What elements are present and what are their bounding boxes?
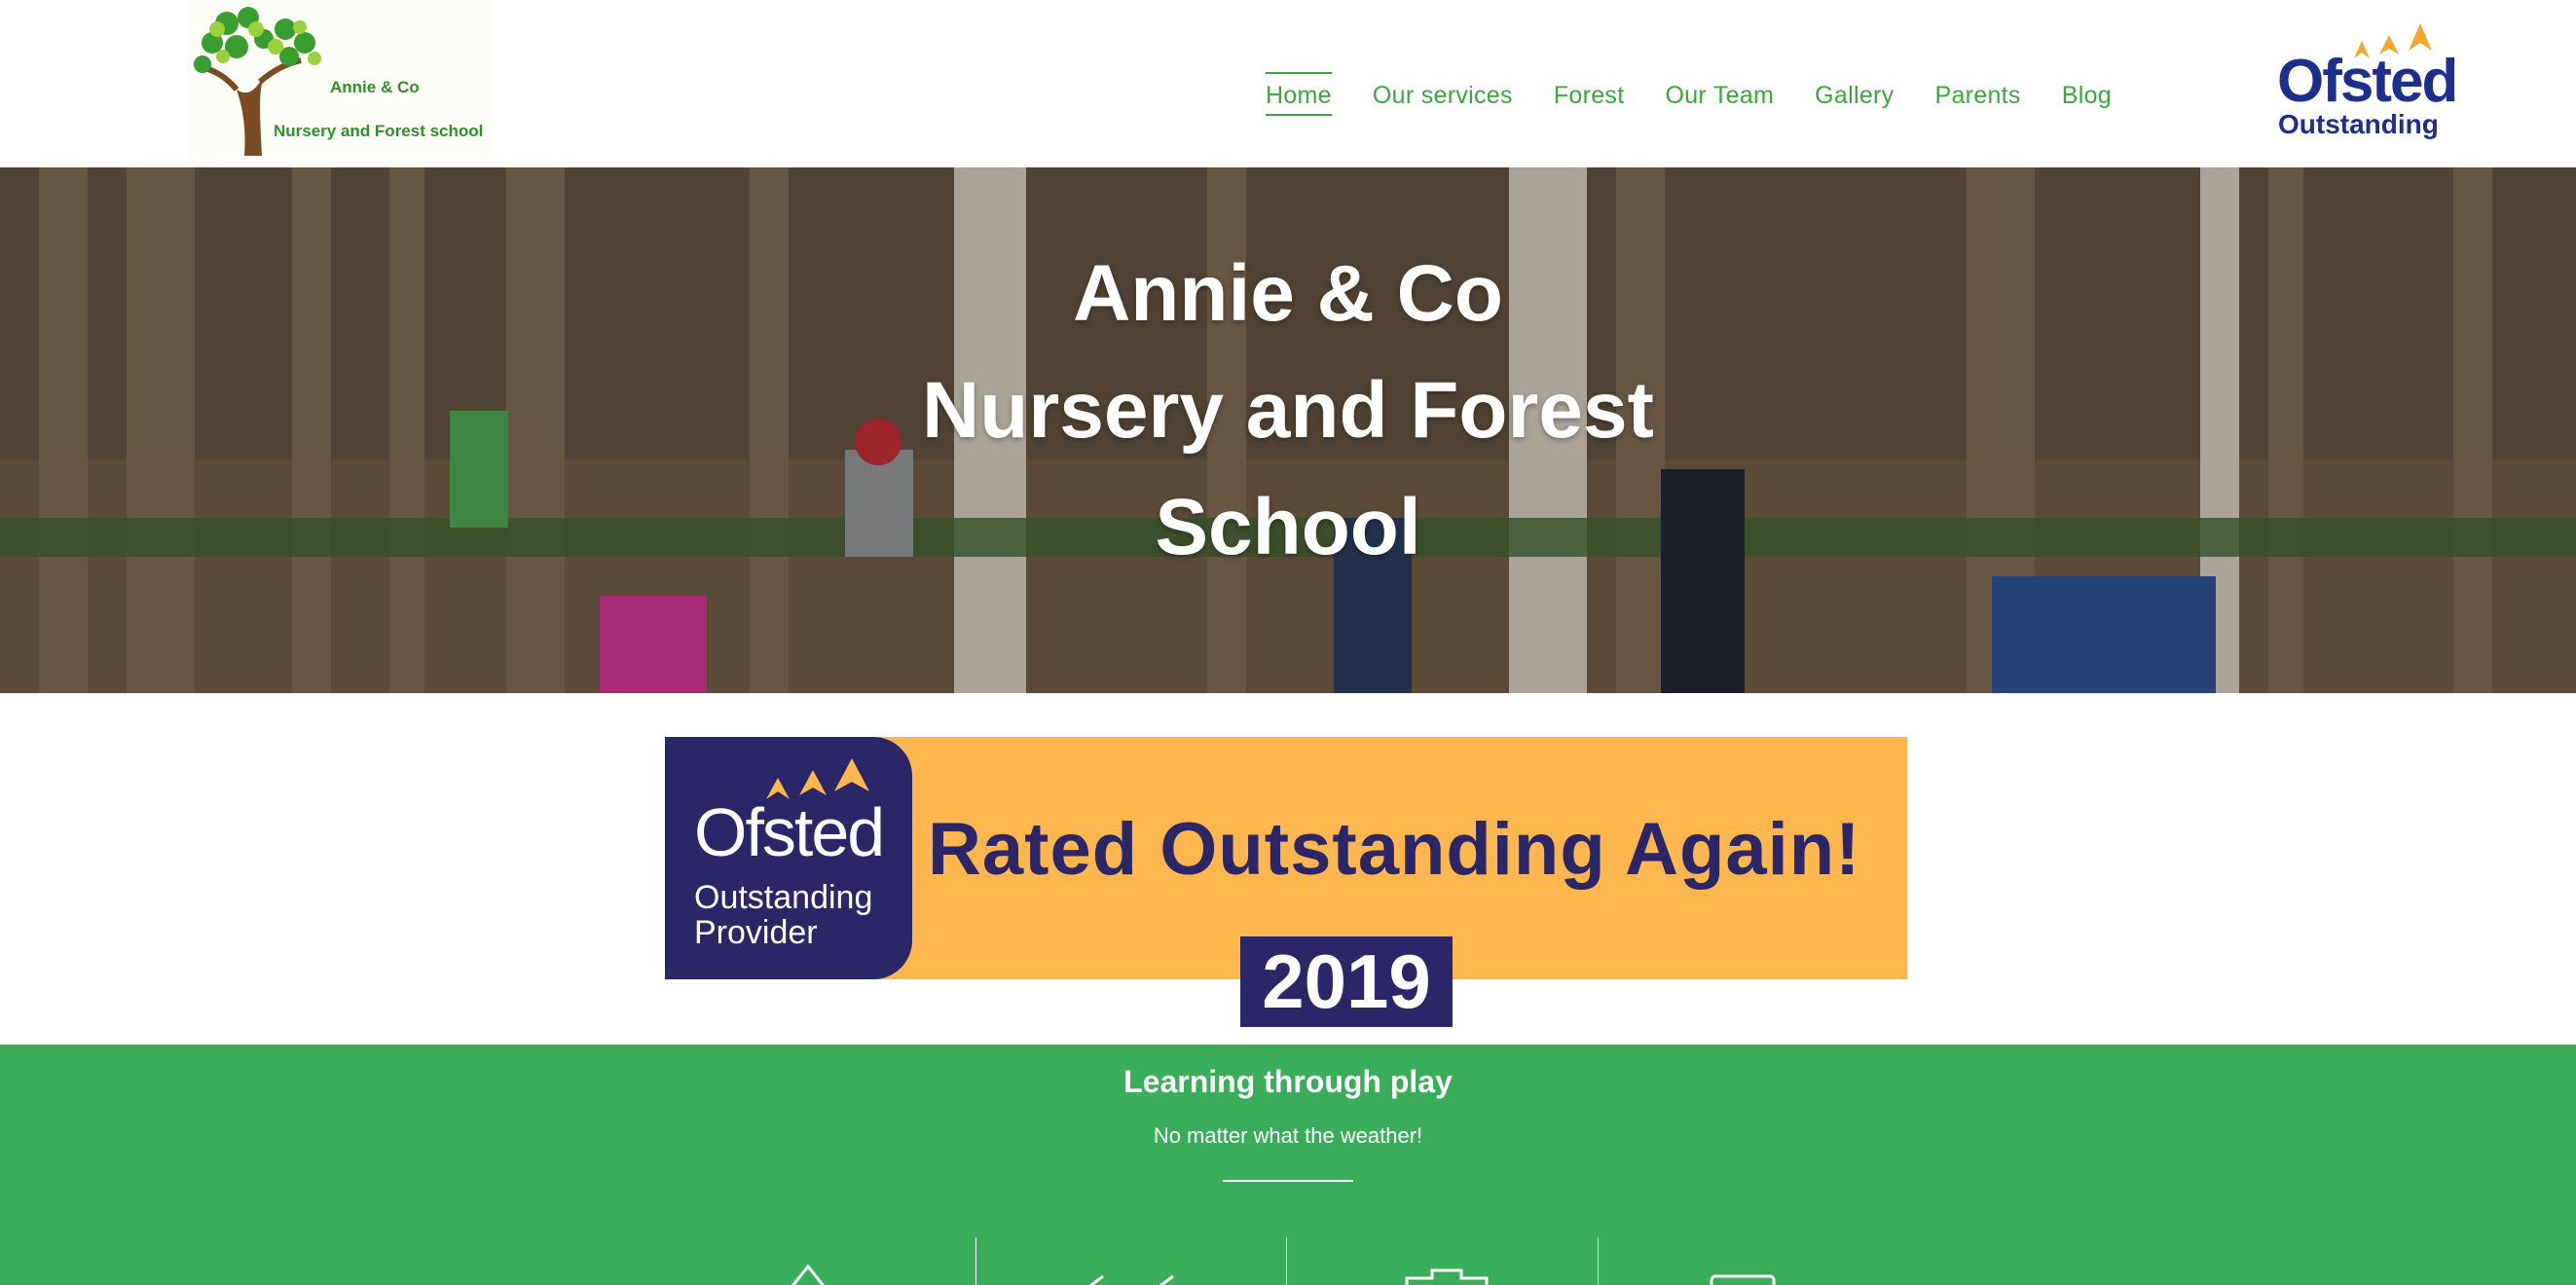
ofsted-word: Ofsted bbox=[2277, 48, 2458, 115]
hero-banner: Annie & Co Nursery and Forest School bbox=[0, 167, 2576, 693]
column-divider bbox=[1286, 1237, 1287, 1285]
section-subtitle: No matter what the weather! bbox=[1153, 1123, 1423, 1148]
nav-parents[interactable]: Parents bbox=[1934, 72, 2020, 116]
play-icon bbox=[1088, 1274, 1174, 1285]
logo-line-2: Nursery and Forest school bbox=[274, 122, 484, 140]
mountain-icon bbox=[791, 1264, 826, 1285]
banner-ofsted-word: Ofsted bbox=[694, 794, 885, 870]
ofsted-provider-panel: Ofsted Outstanding Provider bbox=[665, 737, 912, 979]
nav-gallery[interactable]: Gallery bbox=[1815, 72, 1894, 116]
learning-through-play-section: Learning through play No matter what the… bbox=[0, 1045, 2576, 1285]
banner-provider-line-2: Provider bbox=[694, 914, 818, 951]
hero-title-line-3: School bbox=[1155, 483, 1421, 571]
column-divider bbox=[1598, 1237, 1599, 1285]
main-nav: Home Our services Forest Our Team Galler… bbox=[1266, 72, 2153, 116]
ofsted-outstanding-badge: Ofsted Outstanding bbox=[2274, 19, 2458, 146]
nav-forest[interactable]: Forest bbox=[1554, 72, 1625, 116]
card-icon bbox=[1710, 1274, 1776, 1285]
nav-blog[interactable]: Blog bbox=[2062, 72, 2112, 116]
nav-our-services[interactable]: Our services bbox=[1373, 72, 1513, 116]
ofsted-rating-banner: Ofsted Outstanding Provider Rated Outsta… bbox=[665, 737, 1907, 1027]
building-icon bbox=[1405, 1268, 1489, 1285]
hero-title-line-1: Annie & Co bbox=[1073, 249, 1503, 338]
banner-year: 2019 bbox=[1240, 936, 1453, 1027]
column-divider bbox=[975, 1237, 976, 1285]
hero-title-line-2: Nursery and Forest bbox=[922, 366, 1654, 455]
ofsted-sub: Outstanding bbox=[2278, 109, 2439, 139]
nav-our-team[interactable]: Our Team bbox=[1665, 72, 1774, 116]
section-title: Learning through play bbox=[1123, 1064, 1453, 1099]
banner-headline: Rated Outstanding Again! bbox=[928, 808, 1861, 891]
banner-provider-line-1: Outstanding bbox=[694, 879, 873, 916]
site-logo[interactable]: Annie & Co Nursery and Forest school bbox=[188, 0, 492, 160]
hero-title: Annie & Co Nursery and Forest School bbox=[0, 236, 2576, 586]
site-header: Annie & Co Nursery and Forest school Hom… bbox=[0, 0, 2576, 167]
nav-home[interactable]: Home bbox=[1266, 72, 1332, 116]
logo-line-1: Annie & Co bbox=[330, 78, 420, 96]
section-divider bbox=[1223, 1180, 1353, 1182]
